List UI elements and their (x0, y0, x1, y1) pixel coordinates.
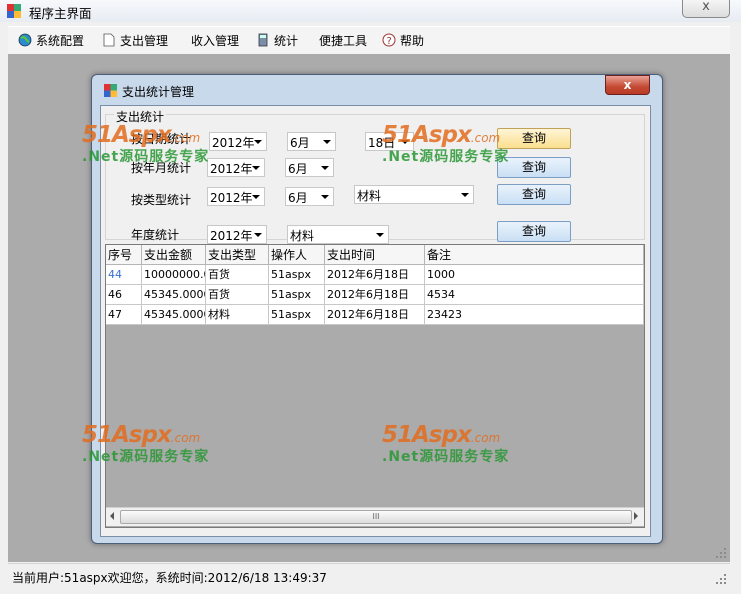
app-icon (7, 4, 21, 18)
watermark: 51Aspx.com .Net源码服务专家 (382, 422, 510, 465)
query-by-type-button[interactable]: 查询 (497, 184, 571, 205)
watermark: 51Aspx.com .Net源码服务专家 (382, 122, 510, 165)
help-icon: ? (382, 33, 396, 47)
horizontal-scrollbar[interactable]: III (106, 507, 644, 526)
table-cell[interactable]: 2012年6月18日 (325, 285, 425, 305)
date-year-select[interactable]: 2012年 (209, 132, 267, 151)
column-header-note[interactable]: 备注 (425, 245, 644, 265)
type-year-select[interactable]: 2012年 (207, 187, 265, 206)
chevron-down-icon (461, 193, 469, 197)
menu-tools[interactable]: 便捷工具 (319, 32, 367, 50)
globe-icon (18, 33, 32, 47)
date-month-select[interactable]: 6月 (287, 132, 336, 151)
calculator-icon (258, 33, 268, 47)
table-cell[interactable]: 51aspx (269, 285, 325, 305)
expense-grid: 序号 支出金额 支出类型 操作人 支出时间 备注 44 10000000.0 百… (105, 244, 645, 528)
selected-value: 2012年 (212, 136, 255, 150)
child-close-button[interactable]: x (605, 75, 650, 95)
window-title: 程序主界面 (29, 6, 92, 21)
table-cell[interactable]: 45345.0000 (142, 285, 206, 305)
menu-help[interactable]: ? 帮助 (382, 32, 424, 50)
table-cell[interactable]: 2012年6月18日 (325, 265, 425, 285)
column-header-id[interactable]: 序号 (106, 245, 142, 265)
chevron-down-icon (252, 166, 260, 170)
table-cell[interactable]: 2012年6月18日 (325, 305, 425, 325)
menu-label: 支出管理 (120, 34, 169, 48)
ym-year-select[interactable]: 2012年 (207, 158, 265, 177)
window-icon (104, 84, 117, 97)
table-cell[interactable]: 51aspx (269, 305, 325, 325)
chevron-down-icon (254, 233, 262, 237)
status-bar: 当前用户:51aspx欢迎您，系统时间:2012/6/18 13:49:37 (8, 563, 730, 588)
selected-value: 2012年 (210, 229, 253, 243)
chevron-down-icon (323, 140, 331, 144)
resize-grip-icon[interactable] (716, 574, 726, 584)
chevron-down-icon (321, 195, 329, 199)
column-header-type[interactable]: 支出类型 (206, 245, 269, 265)
table-cell[interactable]: 10000000.0 (142, 265, 206, 285)
main-close-button[interactable]: x (682, 0, 730, 18)
yearly-label: 年度统计 (131, 228, 180, 242)
column-header-operator[interactable]: 操作人 (269, 245, 325, 265)
selected-value: 6月 (290, 136, 310, 150)
menu-label: 收入管理 (191, 34, 240, 48)
watermark: 51Aspx.com .Net源码服务专家 (82, 422, 210, 465)
menu-income-management[interactable]: 收入管理 (191, 32, 239, 50)
menu-label: 便捷工具 (319, 34, 368, 48)
scroll-right-icon[interactable] (634, 512, 638, 520)
table-cell[interactable]: 23423 (425, 305, 644, 325)
selected-value: 2012年 (210, 162, 253, 176)
status-text: 当前用户:51aspx欢迎您，系统时间:2012/6/18 13:49:37 (12, 571, 327, 585)
svg-text:?: ? (387, 36, 392, 47)
menu-statistics[interactable]: 统计 (256, 32, 298, 50)
menu-label: 帮助 (400, 34, 425, 48)
child-client-area: 支出统计 按日期统计 2012年 6月 18日 查询 按年月统计 2012年 6… (100, 105, 651, 537)
table-cell[interactable]: 44 (106, 265, 142, 285)
menu-system-config[interactable]: 系统配置 (18, 32, 84, 50)
scroll-left-icon[interactable] (110, 512, 114, 520)
menu-expense-management[interactable]: 支出管理 (102, 32, 168, 50)
yearly-category-select[interactable]: 材料 (287, 225, 389, 244)
menu-bar: 系统配置 支出管理 收入管理 统计 便捷工具 ? 帮助 (8, 26, 730, 55)
table-cell[interactable]: 4534 (425, 285, 644, 305)
type-category-select[interactable]: 材料 (354, 185, 474, 204)
main-title-bar: 程序主界面 (0, 0, 741, 22)
selected-value: 2012年 (210, 191, 253, 205)
scroll-thumb[interactable]: III (120, 510, 632, 524)
column-header-amount[interactable]: 支出金额 (142, 245, 206, 265)
table-cell[interactable]: 1000 (425, 265, 644, 285)
table-cell[interactable]: 47 (106, 305, 142, 325)
chevron-down-icon (254, 140, 262, 144)
table-cell[interactable]: 51aspx (269, 265, 325, 285)
menu-label: 系统配置 (36, 34, 85, 48)
query-yearly-button[interactable]: 查询 (497, 221, 571, 242)
yearly-year-select[interactable]: 2012年 (207, 225, 267, 244)
table-cell[interactable]: 46 (106, 285, 142, 305)
column-header-time[interactable]: 支出时间 (325, 245, 425, 265)
selected-value: 材料 (290, 229, 315, 243)
selected-value: 6月 (288, 191, 308, 205)
watermark: 51Aspx.com .Net源码服务专家 (82, 122, 210, 165)
selected-value: 6月 (288, 162, 308, 176)
selected-value: 材料 (357, 189, 382, 203)
chevron-down-icon (252, 195, 260, 199)
child-window-title: 支出统计管理 (122, 85, 195, 99)
table-cell[interactable]: 45345.0000 (142, 305, 206, 325)
chevron-down-icon (321, 166, 329, 170)
menu-label: 统计 (274, 34, 299, 48)
document-icon (103, 33, 115, 47)
type-month-select[interactable]: 6月 (285, 187, 334, 206)
chevron-down-icon (376, 233, 384, 237)
table-cell[interactable]: 材料 (206, 305, 269, 325)
table-cell[interactable]: 百货 (206, 265, 269, 285)
by-type-label: 按类型统计 (131, 193, 192, 207)
ym-month-select[interactable]: 6月 (285, 158, 334, 177)
table-cell[interactable]: 百货 (206, 285, 269, 305)
mdi-resize-grip-icon (716, 548, 726, 558)
